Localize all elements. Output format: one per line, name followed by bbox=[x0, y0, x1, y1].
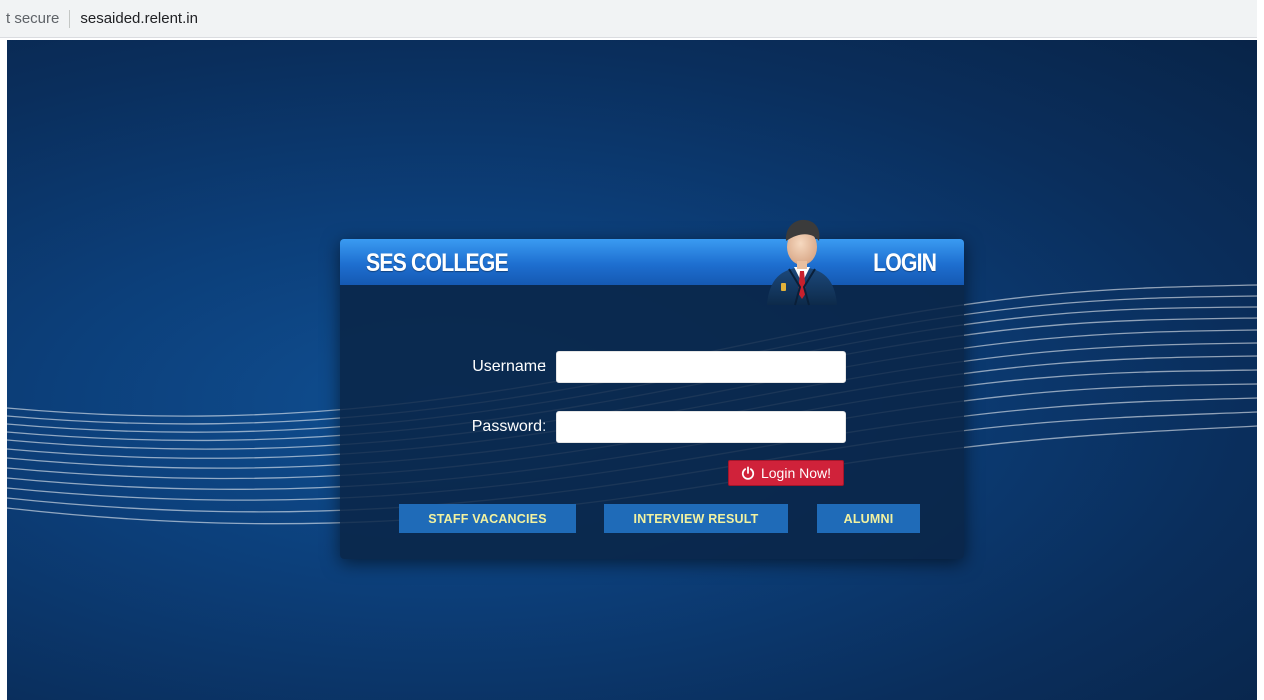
businessman-avatar-icon bbox=[767, 219, 837, 306]
username-colon: : bbox=[542, 358, 547, 375]
power-icon bbox=[741, 466, 755, 480]
url-text[interactable]: sesaided.relent.in bbox=[80, 10, 198, 27]
security-indicator[interactable]: t secure bbox=[0, 10, 59, 27]
password-colon: : bbox=[542, 418, 547, 435]
window-edge bbox=[1257, 0, 1264, 700]
login-panel-header: SES COLLEGE LOGIN bbox=[340, 239, 964, 285]
browser-address-bar[interactable]: t secure sesaided.relent.in bbox=[0, 0, 1264, 38]
address-separator bbox=[69, 9, 71, 28]
interview-result-button[interactable]: INTERVIEW RESULT bbox=[604, 504, 788, 533]
college-name: SES COLLEGE bbox=[366, 249, 509, 277]
username-label: Username bbox=[472, 358, 546, 375]
password-label: Password bbox=[471, 418, 542, 435]
username-input[interactable] bbox=[556, 351, 846, 383]
alumni-button[interactable]: ALUMNI bbox=[817, 504, 920, 533]
login-heading: LOGIN bbox=[872, 249, 937, 277]
staff-vacancies-button[interactable]: STAFF VACANCIES bbox=[399, 504, 576, 533]
login-now-button[interactable]: Login Now! bbox=[728, 460, 844, 486]
password-input[interactable] bbox=[556, 411, 846, 443]
login-page-background: SES COLLEGE LOGIN Username: Password: … bbox=[7, 40, 1257, 700]
login-panel: SES COLLEGE LOGIN Username: Password: … bbox=[340, 219, 964, 559]
login-now-label: Login Now! bbox=[760, 465, 832, 481]
